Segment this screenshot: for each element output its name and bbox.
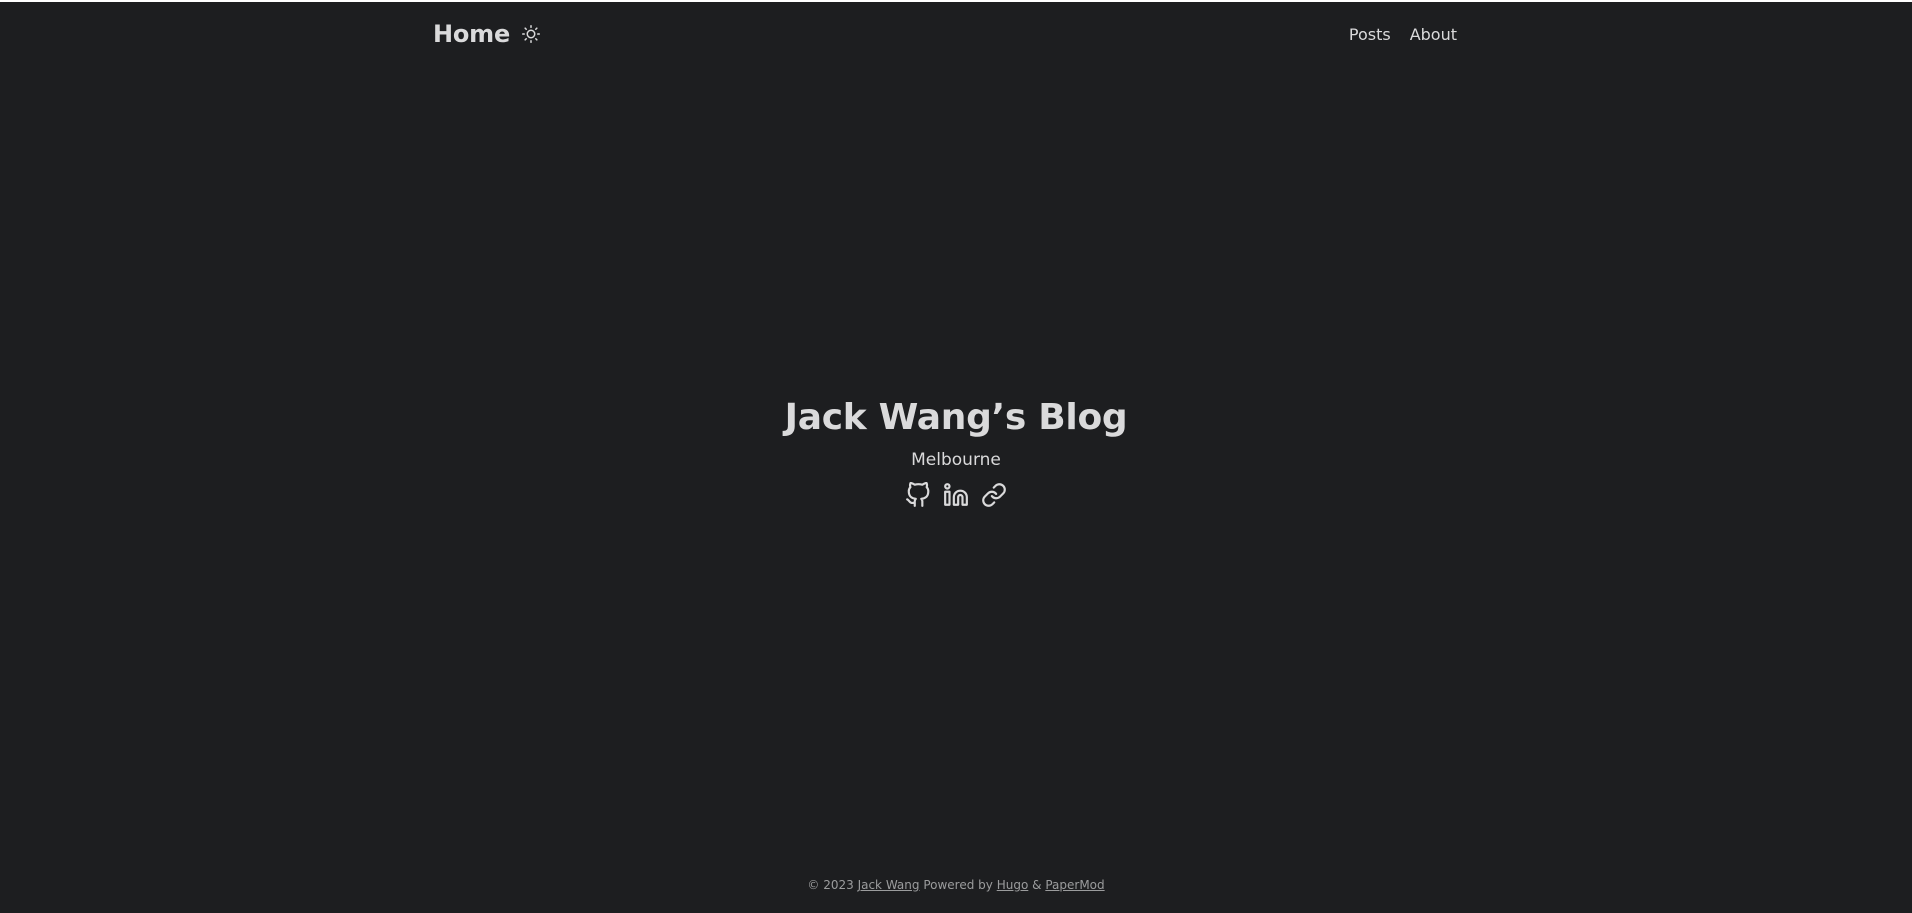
copyright-text: © 2023	[807, 878, 854, 892]
external-link[interactable]	[981, 482, 1007, 508]
powered-by-text: Powered by	[923, 878, 993, 892]
main-menu: Posts About	[1330, 25, 1457, 44]
social-icons	[0, 482, 1912, 508]
link-icon	[982, 483, 1006, 507]
ampersand-text: &	[1032, 878, 1042, 892]
logo-switches: Home	[433, 20, 542, 48]
footer-author-link[interactable]: Jack Wang	[858, 878, 920, 892]
home-logo-link[interactable]: Home	[433, 20, 510, 48]
page-subtitle: Melbourne	[911, 450, 1001, 470]
linkedin-link[interactable]	[943, 482, 969, 508]
page: Home Posts About Jack Wang’s Blog Melbou…	[0, 0, 1912, 913]
menu-item-about[interactable]: About	[1410, 25, 1457, 44]
site-header: Home Posts About	[433, 4, 1457, 64]
page-title: Jack Wang’s Blog	[784, 397, 1128, 438]
github-link[interactable]	[905, 482, 931, 508]
site-footer: © 2023 Jack Wang Powered by Hugo & Paper…	[0, 878, 1912, 892]
github-icon	[906, 482, 930, 507]
theme-toggle-button[interactable]	[520, 23, 542, 45]
papermod-link[interactable]: PaperMod	[1045, 878, 1104, 892]
hugo-link[interactable]: Hugo	[997, 878, 1029, 892]
home-info: Jack Wang’s Blog Melbourne	[0, 392, 1912, 508]
linkedin-icon	[944, 483, 968, 506]
menu-item-posts[interactable]: Posts	[1349, 25, 1391, 44]
sun-icon	[522, 25, 541, 43]
